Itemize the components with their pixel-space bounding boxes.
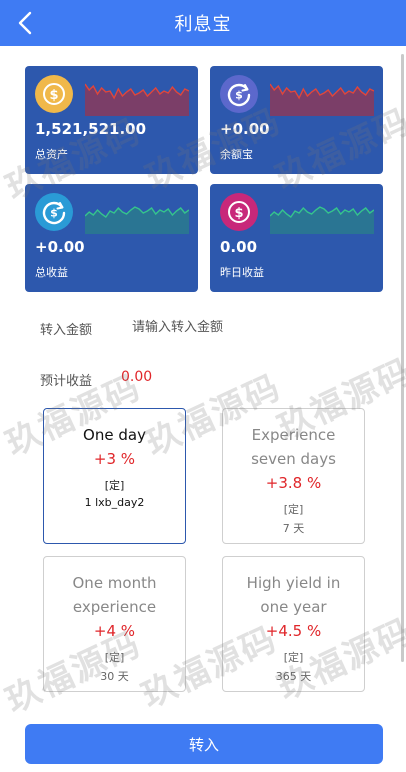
page-title: 利息宝 — [174, 14, 232, 35]
scrollbar[interactable] — [401, 54, 404, 662]
transfer-amount-input[interactable] — [132, 316, 332, 338]
total-earnings-card: $ +0.00 总收益 — [25, 184, 198, 292]
transfer-in-button[interactable]: 转入 — [25, 724, 383, 764]
balance-treasure-card: $ +0.00 余额宝 — [210, 66, 383, 174]
plan-rate: +3.8 % — [265, 474, 322, 492]
plan-name: One month experience — [72, 574, 157, 616]
blue-coin-refresh-icon: $ — [35, 193, 73, 231]
sparkline-chart — [85, 83, 189, 116]
svg-text:$: $ — [50, 207, 58, 220]
svg-text:$: $ — [49, 88, 58, 103]
plan-option-one-day[interactable]: One day +3 % [定] 1 lxb_day2 — [43, 408, 186, 544]
total-assets-value: 1,521,521.00 — [35, 120, 147, 138]
sparkline-chart — [270, 83, 374, 116]
sparkline-area — [270, 207, 374, 234]
plan-tag: [定] — [104, 479, 125, 492]
total-assets-label: 总资产 — [35, 148, 68, 161]
svg-text:$: $ — [235, 89, 243, 102]
total-assets-card: $ 1,521,521.00 总资产 — [25, 66, 198, 174]
total-earnings-value: +0.00 — [35, 238, 85, 256]
plan-duration: 1 lxb_day2 — [84, 496, 145, 509]
back-arrow-icon[interactable] — [12, 9, 40, 37]
plan-option-seven-days[interactable]: Experience seven days +3.8 % [定] 7 天 — [222, 408, 365, 544]
balance-treasure-value: +0.00 — [220, 120, 270, 138]
pink-coin-dollar-icon: $ — [220, 193, 258, 231]
purple-coin-refresh-icon: $ — [220, 75, 258, 113]
plan-duration: 7 天 — [282, 522, 305, 535]
plan-rate: +4.5 % — [265, 622, 322, 640]
yesterday-earnings-value: 0.00 — [220, 238, 258, 256]
plan-name: One day — [83, 426, 146, 444]
plan-tag: [定] — [283, 503, 304, 516]
plan-name: High yield in one year — [246, 574, 341, 616]
gold-coin-dollar-icon: $ — [35, 75, 73, 113]
plan-duration: 30 天 — [100, 670, 129, 683]
sparkline-chart — [85, 206, 189, 234]
plan-option-one-month[interactable]: One month experience +4 % [定] 30 天 — [43, 556, 186, 692]
svg-text:$: $ — [234, 206, 243, 221]
plan-tag: [定] — [283, 651, 304, 664]
yesterday-earnings-card: $ 0.00 昨日收益 — [210, 184, 383, 292]
total-earnings-label: 总收益 — [35, 266, 68, 279]
expected-earnings-value: 0.00 — [121, 369, 153, 385]
expected-earnings-label: 预计收益 — [40, 374, 93, 389]
header-bar: 利息宝 — [0, 0, 406, 46]
plan-option-one-year[interactable]: High yield in one year +4.5 % [定] 365 天 — [222, 556, 365, 692]
plan-tag: [定] — [104, 651, 125, 664]
sparkline-area — [85, 207, 189, 234]
plan-rate: +4 % — [93, 622, 136, 640]
plan-duration: 365 天 — [275, 670, 312, 683]
sparkline-chart — [270, 206, 374, 234]
page: 利息宝 $ 1,521,521.00 总资产 $ +0.00 余额宝 $ +0.… — [0, 0, 406, 772]
plan-name: Experience seven days — [251, 426, 336, 468]
balance-treasure-label: 余额宝 — [220, 148, 253, 161]
transfer-amount-label: 转入金额 — [40, 323, 93, 338]
plan-rate: +3 % — [93, 450, 136, 468]
yesterday-earnings-label: 昨日收益 — [220, 266, 264, 279]
